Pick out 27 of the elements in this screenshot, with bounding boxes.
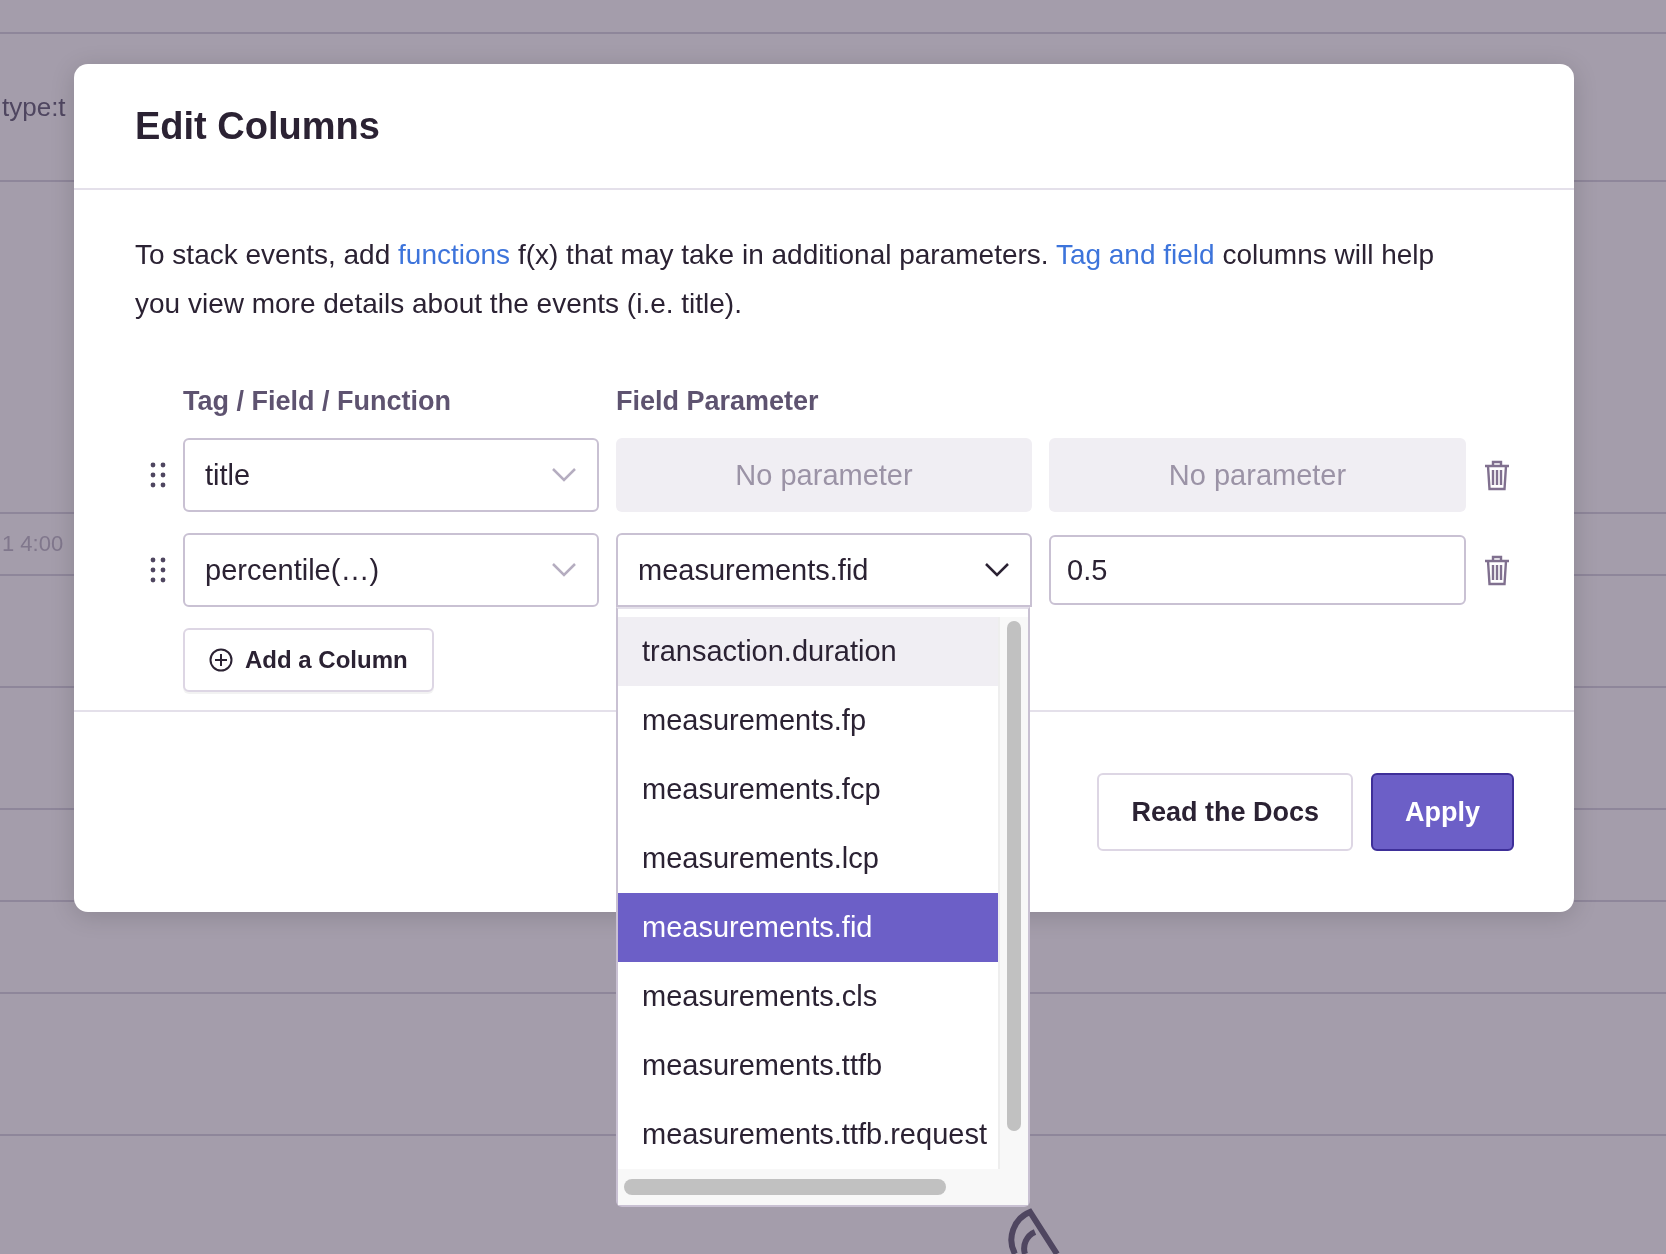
field-select[interactable]: percentile(…) bbox=[183, 533, 599, 607]
column-header: Tag / Field / Function bbox=[183, 386, 452, 417]
add-column-button[interactable]: Add a Column bbox=[183, 628, 434, 692]
drag-handle-icon[interactable] bbox=[150, 462, 166, 488]
field-select[interactable]: title bbox=[183, 438, 599, 512]
docs-button[interactable]: Read the Docs bbox=[1097, 773, 1353, 851]
dialog-title: Edit Columns bbox=[135, 104, 380, 148]
input-field[interactable]: 0.5 bbox=[1049, 535, 1466, 605]
filter-text: type:t bbox=[2, 91, 66, 123]
column-header: Field Parameter bbox=[616, 386, 820, 417]
parameter-field: No parameter bbox=[616, 438, 1032, 512]
plus-circle-icon bbox=[209, 648, 233, 672]
drag-handle-icon[interactable] bbox=[150, 557, 166, 583]
chevron-down-icon bbox=[551, 467, 577, 483]
trash-icon[interactable] bbox=[1483, 554, 1511, 586]
dropdown-option[interactable]: transaction.duration bbox=[618, 617, 998, 686]
chevron-down-icon bbox=[984, 562, 1010, 578]
trash-icon[interactable] bbox=[1483, 459, 1511, 491]
docs-link[interactable]: functions bbox=[398, 239, 511, 270]
apply-button[interactable]: Apply bbox=[1371, 773, 1514, 851]
docs-link[interactable]: Tag and field bbox=[1055, 239, 1215, 270]
description-text: To stack events, add functions f(x) that may take in additional parameters. Tag and field columns will help you view more details about the events (i.e. title). bbox=[135, 238, 1436, 321]
parameter-field: No parameter bbox=[1049, 438, 1466, 512]
chevron-down-icon bbox=[551, 562, 577, 578]
vertical-scrollbar[interactable] bbox=[998, 617, 1028, 1169]
horizontal-scrollbar[interactable] bbox=[618, 1169, 1028, 1205]
dropdown-option[interactable]: measurements.fid bbox=[618, 893, 998, 962]
